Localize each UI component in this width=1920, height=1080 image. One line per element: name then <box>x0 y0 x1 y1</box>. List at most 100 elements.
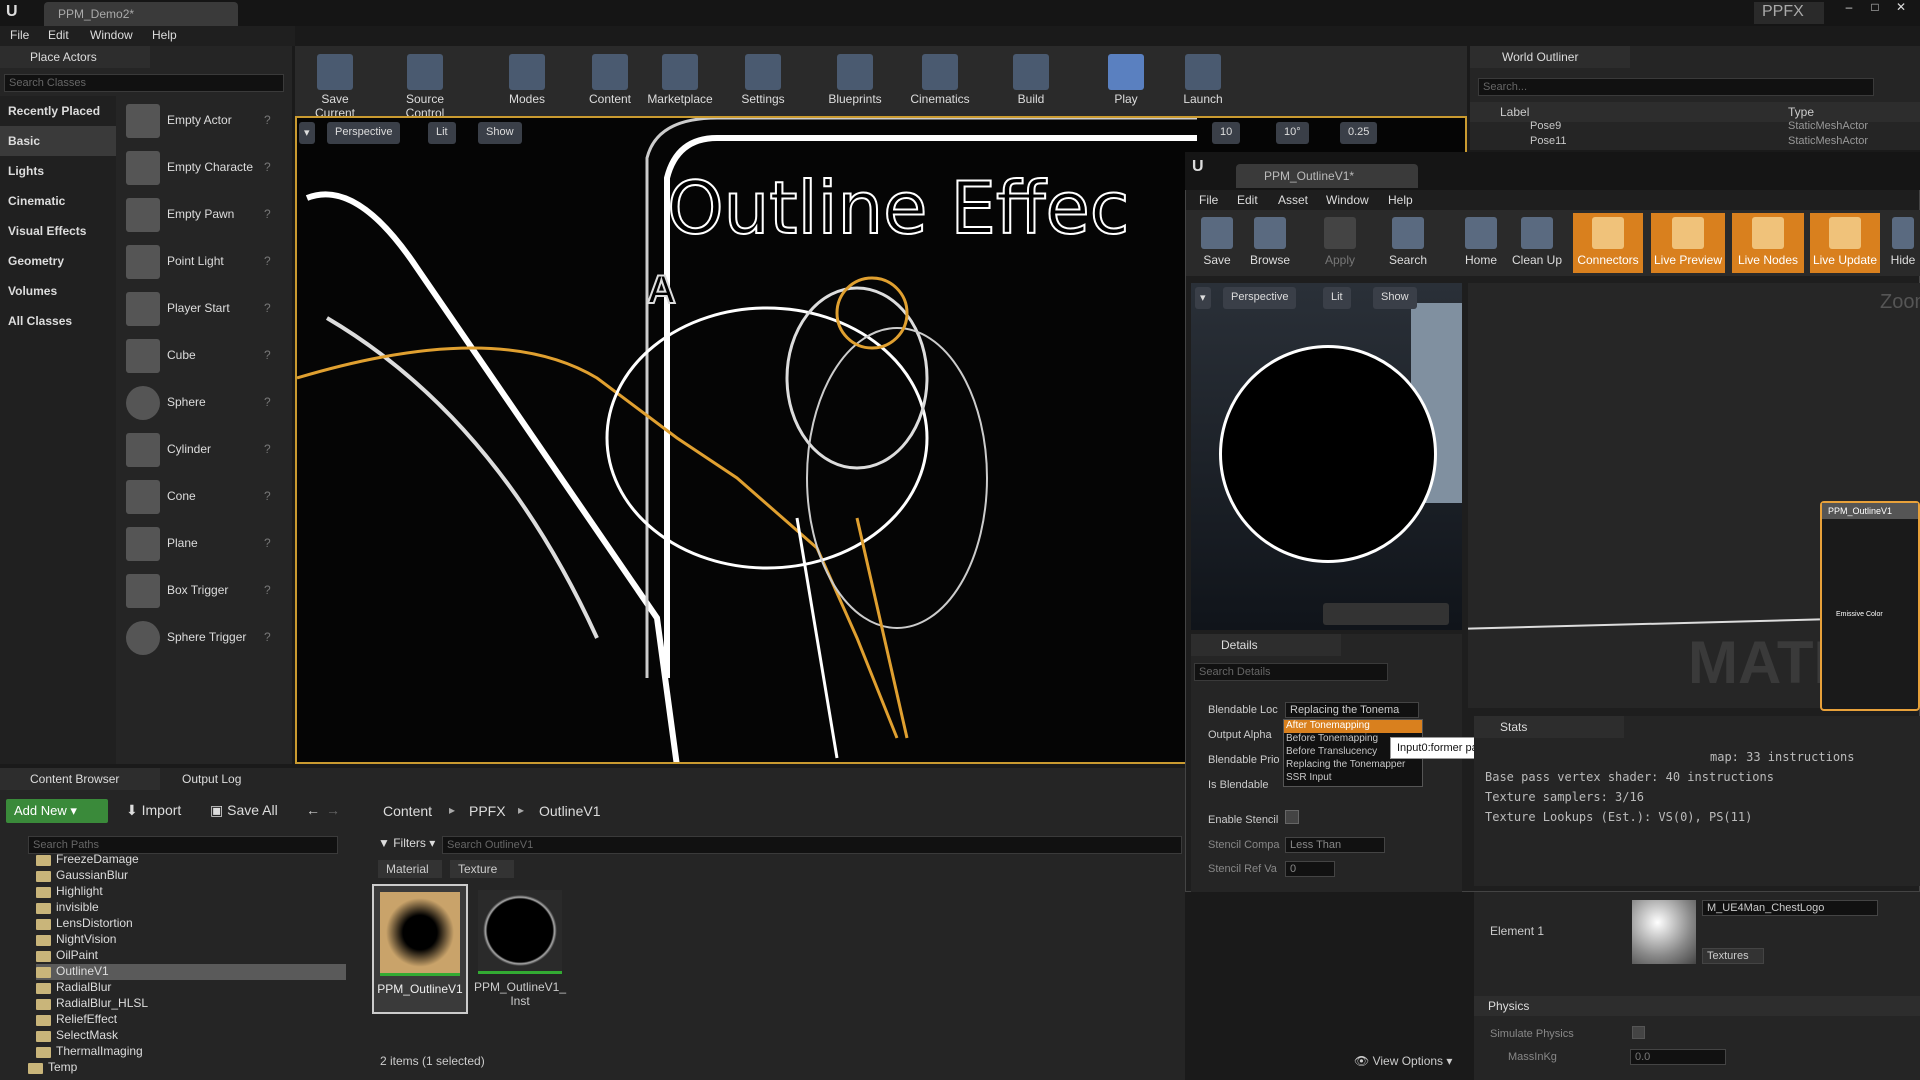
content-button[interactable]: Content <box>575 50 645 110</box>
textures-button[interactable]: Textures <box>1702 948 1764 964</box>
cinematics-button[interactable]: Cinematics <box>903 50 977 110</box>
enable-stencil-checkbox[interactable] <box>1285 810 1299 824</box>
save-all-button[interactable]: ▣ Save All <box>210 802 278 819</box>
menu-help[interactable]: Help <box>152 28 177 42</box>
forward-arrow-icon[interactable]: → <box>326 802 340 818</box>
stencil-ref-input[interactable]: 0 <box>1285 861 1335 877</box>
actor-player-start[interactable]: Player Start? <box>124 286 286 333</box>
breadcrumb-outlinev1[interactable]: OutlineV1 <box>539 803 600 819</box>
element-material-thumbnail[interactable] <box>1632 900 1696 964</box>
material-graph[interactable]: Zoom MATERIA PPM_OutlineV1 Emissive Colo… <box>1468 283 1920 711</box>
help-icon[interactable]: ? <box>264 254 271 268</box>
help-icon[interactable]: ? <box>264 348 271 362</box>
perspective-button[interactable]: Perspective <box>327 122 401 144</box>
category-visual-effects[interactable]: Visual Effects <box>0 216 116 246</box>
category-volumes[interactable]: Volumes <box>0 276 116 306</box>
asset-tile[interactable]: PPM_OutlineV1_ Inst <box>472 884 568 1014</box>
folder-item[interactable]: Highlight <box>36 884 346 900</box>
place-actors-tab[interactable]: Place Actors <box>0 46 150 68</box>
blendable-location-dropdown[interactable]: Replacing the Tonema <box>1285 702 1419 718</box>
column-label[interactable]: Label <box>1500 105 1529 119</box>
back-arrow-icon[interactable]: ← <box>306 802 320 818</box>
me-live-update-button[interactable]: Live Update <box>1810 213 1880 273</box>
stats-tab[interactable]: Stats <box>1474 716 1624 738</box>
folder-item[interactable]: Temp <box>28 1060 338 1076</box>
material-tab[interactable]: PPM_OutlineV1* <box>1236 164 1418 188</box>
outliner-row-label[interactable]: Pose9 <box>1530 120 1561 132</box>
category-lights[interactable]: Lights <box>0 156 116 186</box>
simulate-physics-checkbox[interactable] <box>1632 1026 1645 1039</box>
folder-item[interactable]: OilPaint <box>36 948 346 964</box>
category-cinematic[interactable]: Cinematic <box>0 186 116 216</box>
stencil-compare-dropdown[interactable]: Less Than <box>1285 837 1385 853</box>
me-menu-file[interactable]: File <box>1199 193 1218 207</box>
help-icon[interactable]: ? <box>264 536 271 550</box>
me-menu-window[interactable]: Window <box>1326 193 1369 207</box>
viewport-options-dropdown[interactable]: ▾ <box>299 122 315 144</box>
actor-point-light[interactable]: Point Light? <box>124 239 286 286</box>
launch-button[interactable]: Launch <box>1168 50 1238 110</box>
menu-edit[interactable]: Edit <box>48 28 69 42</box>
node-pin-emissive[interactable]: Emissive Color <box>1836 611 1883 618</box>
menu-file[interactable]: File <box>10 28 29 42</box>
actor-plane[interactable]: Plane? <box>124 521 286 568</box>
outliner-search-input[interactable]: Search... <box>1478 78 1874 96</box>
settings-button[interactable]: Settings <box>728 50 798 110</box>
folder-item[interactable]: invisible <box>36 900 346 916</box>
help-icon[interactable]: ? <box>264 489 271 503</box>
column-type[interactable]: Type <box>1788 105 1814 119</box>
world-outliner-tab[interactable]: World Outliner <box>1470 46 1630 68</box>
element-material-dropdown[interactable]: M_UE4Man_ChestLogo <box>1702 900 1878 916</box>
search-classes-input[interactable]: Search Classes <box>4 74 284 92</box>
lit-button[interactable]: Lit <box>428 122 456 144</box>
material-preview-viewport[interactable] <box>1191 283 1462 630</box>
category-basic[interactable]: Basic <box>0 126 116 156</box>
blueprints-button[interactable]: Blueprints <box>820 50 890 110</box>
import-button[interactable]: ⬇ Import <box>126 802 181 819</box>
folder-item[interactable]: LensDistortion <box>36 916 346 932</box>
actor-empty-character[interactable]: Empty Characte? <box>124 145 286 192</box>
physics-header[interactable]: Physics <box>1474 996 1920 1016</box>
menu-window[interactable]: Window <box>90 28 133 42</box>
add-new-button[interactable]: Add New ▾ <box>6 799 108 823</box>
category-geometry[interactable]: Geometry <box>0 246 116 276</box>
content-browser-tab[interactable]: Content Browser <box>0 768 160 790</box>
minimize-icon[interactable]: – <box>1836 0 1862 14</box>
preview-options-dropdown[interactable]: ▾ <box>1195 287 1211 309</box>
help-icon[interactable]: ? <box>264 207 271 221</box>
build-button[interactable]: Build <box>996 50 1066 110</box>
save-current-button[interactable]: Save Current <box>300 50 370 120</box>
me-live-preview-button[interactable]: Live Preview <box>1651 213 1725 273</box>
breadcrumb-ppfx[interactable]: PPFX <box>469 803 506 819</box>
scale-snap-value[interactable]: 0.25 <box>1340 122 1378 144</box>
preview-shape-bar[interactable] <box>1323 603 1449 625</box>
asset-tile[interactable]: PPM_OutlineV1 <box>372 884 468 1014</box>
folder-item[interactable]: NightVision <box>36 932 346 948</box>
me-menu-asset[interactable]: Asset <box>1278 193 1308 207</box>
folder-item[interactable]: GaussianBlur <box>36 868 346 884</box>
me-live-nodes-button[interactable]: Live Nodes <box>1732 213 1804 273</box>
me-home-button[interactable]: Home <box>1451 213 1511 273</box>
me-menu-help[interactable]: Help <box>1388 193 1413 207</box>
actor-empty-actor[interactable]: Empty Actor? <box>124 98 286 145</box>
view-options-button[interactable]: 👁 View Options ▾ <box>1354 1054 1452 1068</box>
help-icon[interactable]: ? <box>264 630 271 644</box>
me-browse-button[interactable]: Browse <box>1240 213 1300 273</box>
actor-cube[interactable]: Cube? <box>124 333 286 380</box>
help-icon[interactable]: ? <box>264 583 271 597</box>
actor-sphere-trigger[interactable]: Sphere Trigger? <box>124 615 286 662</box>
actor-empty-pawn[interactable]: Empty Pawn? <box>124 192 286 239</box>
me-cleanup-button[interactable]: Clean Up <box>1508 213 1566 273</box>
rotation-snap-value[interactable]: 10° <box>1276 122 1309 144</box>
me-search-button[interactable]: Search <box>1378 213 1438 273</box>
search-assets-input[interactable]: Search OutlineV1 <box>442 836 1182 854</box>
me-connectors-button[interactable]: Connectors <box>1573 213 1643 273</box>
folder-item[interactable]: FreezeDamage <box>36 852 346 868</box>
folder-item[interactable]: ThermalImaging <box>36 1044 346 1060</box>
help-icon[interactable]: ? <box>264 301 271 315</box>
filter-chip-texture[interactable]: Texture <box>450 860 514 878</box>
play-button[interactable]: Play <box>1091 50 1161 110</box>
folder-item[interactable]: RadialBlur_HLSL <box>36 996 346 1012</box>
details-tab[interactable]: Details <box>1191 634 1341 656</box>
material-result-node[interactable]: PPM_OutlineV1 Emissive Color <box>1820 501 1920 711</box>
